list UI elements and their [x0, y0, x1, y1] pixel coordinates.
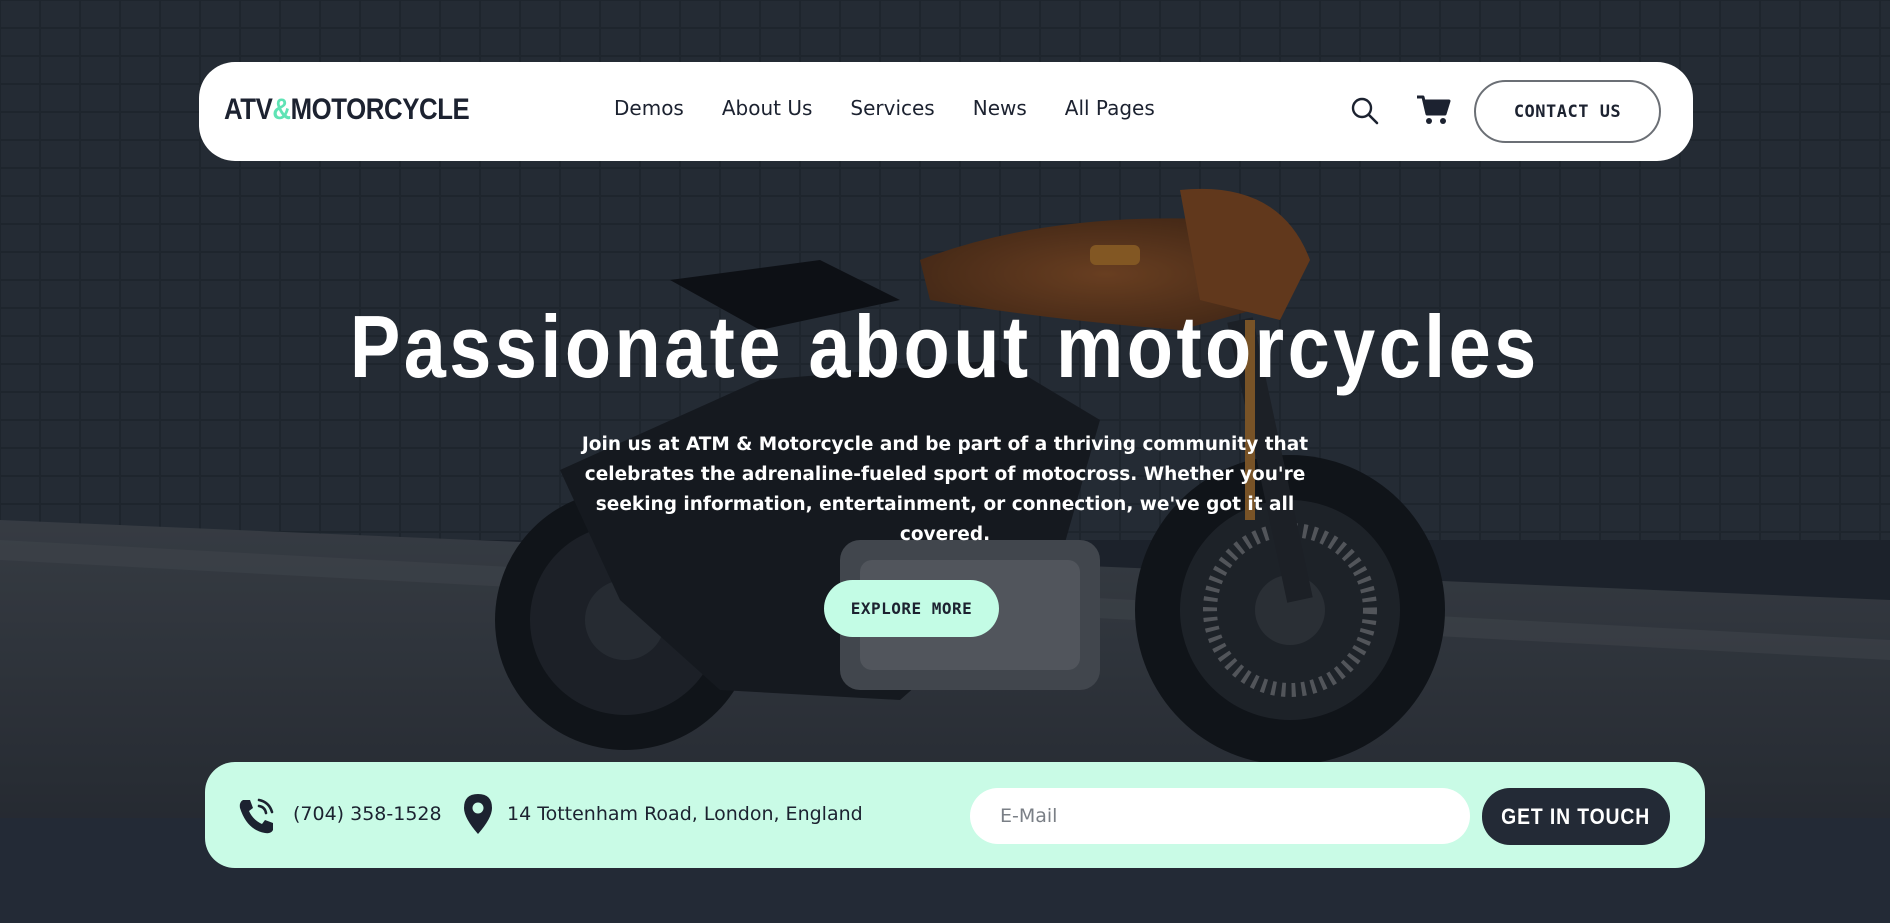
search-icon[interactable]: [1349, 95, 1381, 127]
get-in-touch-label: GET IN TOUCH: [1501, 803, 1651, 829]
explore-more-button[interactable]: EXPLORE MORE: [824, 580, 999, 637]
logo-ampersand: &: [272, 93, 291, 126]
site-logo[interactable]: ATV&MOTORCYCLE: [224, 93, 470, 133]
phone-icon: [235, 794, 279, 838]
hero-title-text: Passionate about motorcycles: [350, 297, 1540, 396]
contact-bar: (704) 358-1528 14 Tottenham Road, London…: [205, 762, 1705, 868]
nav-item-services[interactable]: Services: [850, 96, 934, 120]
main-nav: Demos About Us Services News All Pages: [614, 96, 1193, 120]
nav-item-news[interactable]: News: [973, 96, 1027, 120]
contact-us-button[interactable]: CONTACT US: [1474, 80, 1661, 143]
site-header: ATV&MOTORCYCLE Demos About Us Services N…: [199, 62, 1693, 161]
address-text: 14 Tottenham Road, London, England: [507, 803, 863, 825]
location-pin-icon: [461, 792, 495, 836]
logo-text-right: MOTORCYCLE: [290, 93, 470, 126]
phone-number[interactable]: (704) 358-1528: [293, 803, 442, 825]
cart-icon[interactable]: [1415, 92, 1451, 128]
nav-item-all-pages[interactable]: All Pages: [1065, 96, 1155, 120]
logo-text-left: ATV: [224, 93, 273, 126]
nav-item-demos[interactable]: Demos: [614, 96, 684, 120]
email-field[interactable]: [970, 788, 1470, 844]
hero-title: Passionate about motorcycles: [0, 296, 1890, 398]
nav-item-about-us[interactable]: About Us: [722, 96, 813, 120]
get-in-touch-button[interactable]: GET IN TOUCH: [1482, 788, 1670, 845]
hero-description: Join us at ATM & Motorcycle and be part …: [581, 434, 1309, 545]
